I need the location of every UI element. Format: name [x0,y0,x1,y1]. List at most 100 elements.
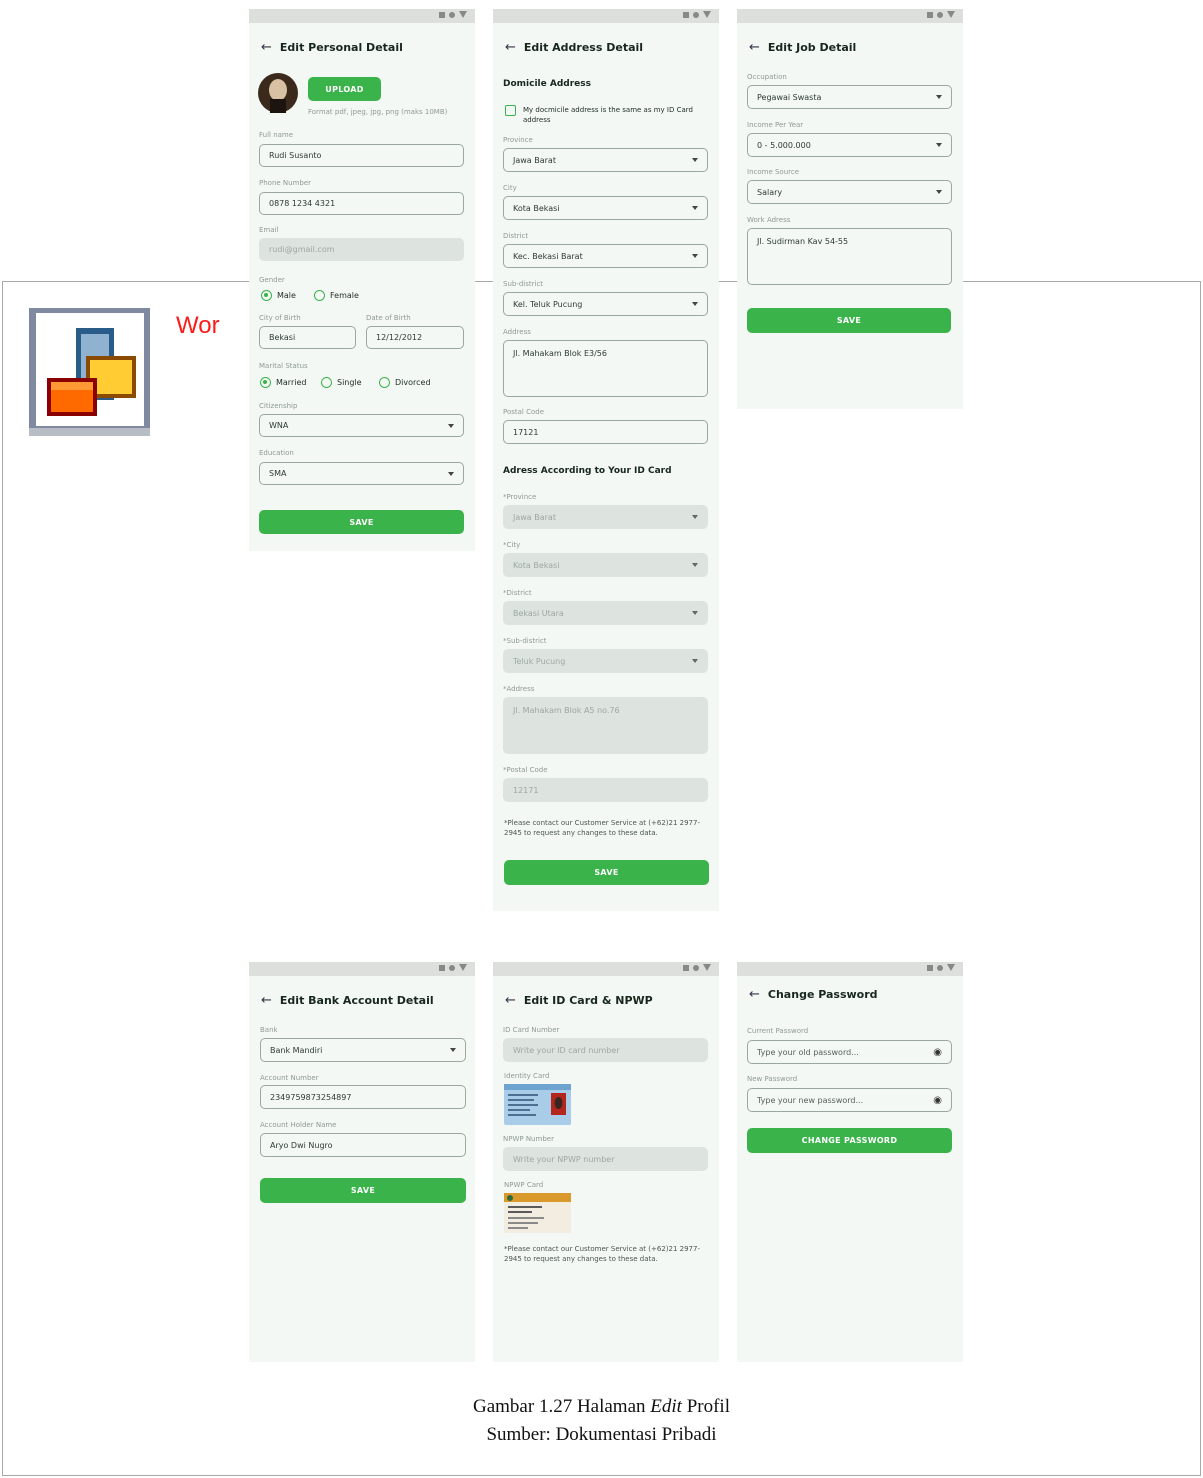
marital-divorced-radio[interactable]: Divorced [379,377,431,388]
chevron-down-icon [692,158,698,162]
npwp-card-label: NPWP Card [504,1181,544,1189]
save-button[interactable]: SAVE [259,510,464,534]
id-number-input[interactable]: Write your ID card number [503,1038,708,1062]
postal-input[interactable]: 17121 [503,420,708,444]
district-label: District [503,232,529,240]
city-select[interactable]: Kota Bekasi [503,196,708,220]
screen-edit-address: ← Edit Address Detail Domicile Address My… [493,9,719,911]
occupation-label: Occupation [747,73,787,81]
id-number-label: ID Card Number [503,1026,560,1034]
back-arrow-icon[interactable]: ← [749,987,760,1002]
income-select[interactable]: 0 - 5.000.000 [747,133,952,157]
bank-select[interactable]: Bank Mandiri [260,1038,466,1062]
back-arrow-icon[interactable]: ← [261,993,272,1008]
address-textarea[interactable]: Jl. Mahakam Blok E3/56 [503,340,708,397]
id-province-label: *Province [503,493,537,501]
chevron-down-icon [692,659,698,663]
identity-card-label: Identity Card [504,1072,550,1080]
marital-married-radio[interactable]: Married [260,377,306,388]
fullname-input[interactable]: Rudi Susanto [259,144,464,167]
back-arrow-icon[interactable]: ← [261,40,272,55]
chevron-down-icon [692,611,698,615]
income-label: Income Per Year [747,121,804,129]
page-title: ← Change Password [749,987,878,1002]
id-city-select: Kota Bekasi [503,553,708,577]
id-province-select: Jawa Barat [503,505,708,529]
email-label: Email [259,226,279,234]
city-birth-input[interactable]: Bekasi [259,326,356,349]
status-bar [493,962,719,976]
save-button[interactable]: SAVE [747,308,951,333]
bank-label: Bank [260,1026,278,1034]
citizenship-select[interactable]: WNA [259,414,464,437]
npwp-number-input[interactable]: Write your NPWP number [503,1147,708,1171]
save-button[interactable]: SAVE [504,860,709,885]
gender-male-radio[interactable]: Male [261,290,296,301]
chevron-down-icon [450,1048,456,1052]
domicile-section-title: Domicile Address [503,79,591,89]
identity-card-image[interactable] [504,1084,571,1125]
occupation-select[interactable]: Pegawai Swasta [747,85,952,109]
subdistrict-label: Sub-district [503,280,544,288]
eye-icon[interactable]: ◉ [933,1047,942,1058]
dob-label: Date of Birth [366,314,411,322]
radio-checked-icon [261,290,272,301]
back-arrow-icon[interactable]: ← [505,40,516,55]
new-password-label: New Password [747,1075,798,1083]
phone-label: Phone Number [259,179,312,187]
new-password-input[interactable]: Type your new password... ◉ [747,1088,952,1112]
radio-unchecked-icon [321,377,332,388]
save-button[interactable]: SAVE [260,1178,466,1203]
province-select[interactable]: Jawa Barat [503,148,708,172]
district-select[interactable]: Kec. Bekasi Barat [503,244,708,268]
phone-input[interactable]: 0878 1234 4321 [259,192,464,215]
account-number-input[interactable]: 2349759873254897 [260,1085,466,1109]
id-subdistrict-select: Teluk Pucung [503,649,708,673]
subdistrict-select[interactable]: Kel. Teluk Pucung [503,292,708,316]
email-input: rudi@gmail.com [259,238,464,261]
work-address-textarea[interactable]: Jl. Sudirman Kav 54-55 [747,228,952,285]
chevron-down-icon [692,302,698,306]
city-label: City [503,184,517,192]
page-title: ← Edit Address Detail [505,40,644,55]
npwp-card-image[interactable] [504,1193,571,1233]
upload-hint: Format pdf, jpeg, jpg, png (maks 10MB) [308,108,448,116]
current-password-label: Current Password [747,1027,809,1035]
eye-icon[interactable]: ◉ [933,1095,942,1106]
gender-female-radio[interactable]: Female [314,290,359,301]
current-password-input[interactable]: Type your old password... ◉ [747,1040,952,1064]
id-subdistrict-label: *Sub-district [503,637,547,645]
avatar[interactable] [258,73,298,113]
marital-single-radio[interactable]: Single [321,377,362,388]
page-title: ← Edit Bank Account Detail [261,993,434,1008]
chevron-down-icon [692,206,698,210]
screen-edit-job: ← Edit Job Detail Occupation Pegawai Swas… [737,9,963,409]
status-bar [737,9,963,23]
chevron-down-icon [692,515,698,519]
figure-caption: Gambar 1.27 Halaman Edit Profil [473,1396,730,1417]
chevron-down-icon [936,190,942,194]
screen-edit-idcard: ← Edit ID Card & NPWP ID Card Number Writ… [493,962,719,1362]
dob-input[interactable]: 12/12/2012 [366,326,464,349]
upload-button[interactable]: UPLOAD [308,77,381,101]
back-arrow-icon[interactable]: ← [749,40,760,55]
radio-checked-icon [260,377,271,388]
status-bar [249,9,475,23]
radio-unchecked-icon [379,377,390,388]
holder-name-label: Account Holder Name [260,1121,337,1129]
source-select[interactable]: Salary [747,180,952,204]
change-password-button[interactable]: CHANGE PASSWORD [747,1128,952,1153]
status-bar [249,962,475,976]
back-arrow-icon[interactable]: ← [505,993,516,1008]
citizenship-label: Citizenship [259,402,298,410]
education-select[interactable]: SMA [259,462,464,485]
id-district-select: Bekasi Utara [503,601,708,625]
id-city-label: *City [503,541,521,549]
marital-label: Marital Status [259,362,308,370]
status-bar [737,962,963,976]
page-title: ← Edit Job Detail [749,40,857,55]
chevron-down-icon [448,471,454,476]
same-address-checkbox[interactable] [505,105,516,116]
holder-name-input[interactable]: Aryo Dwi Nugro [260,1133,466,1157]
id-address-textarea: Jl. Mahakam Blok A5 no.76 [503,697,708,754]
